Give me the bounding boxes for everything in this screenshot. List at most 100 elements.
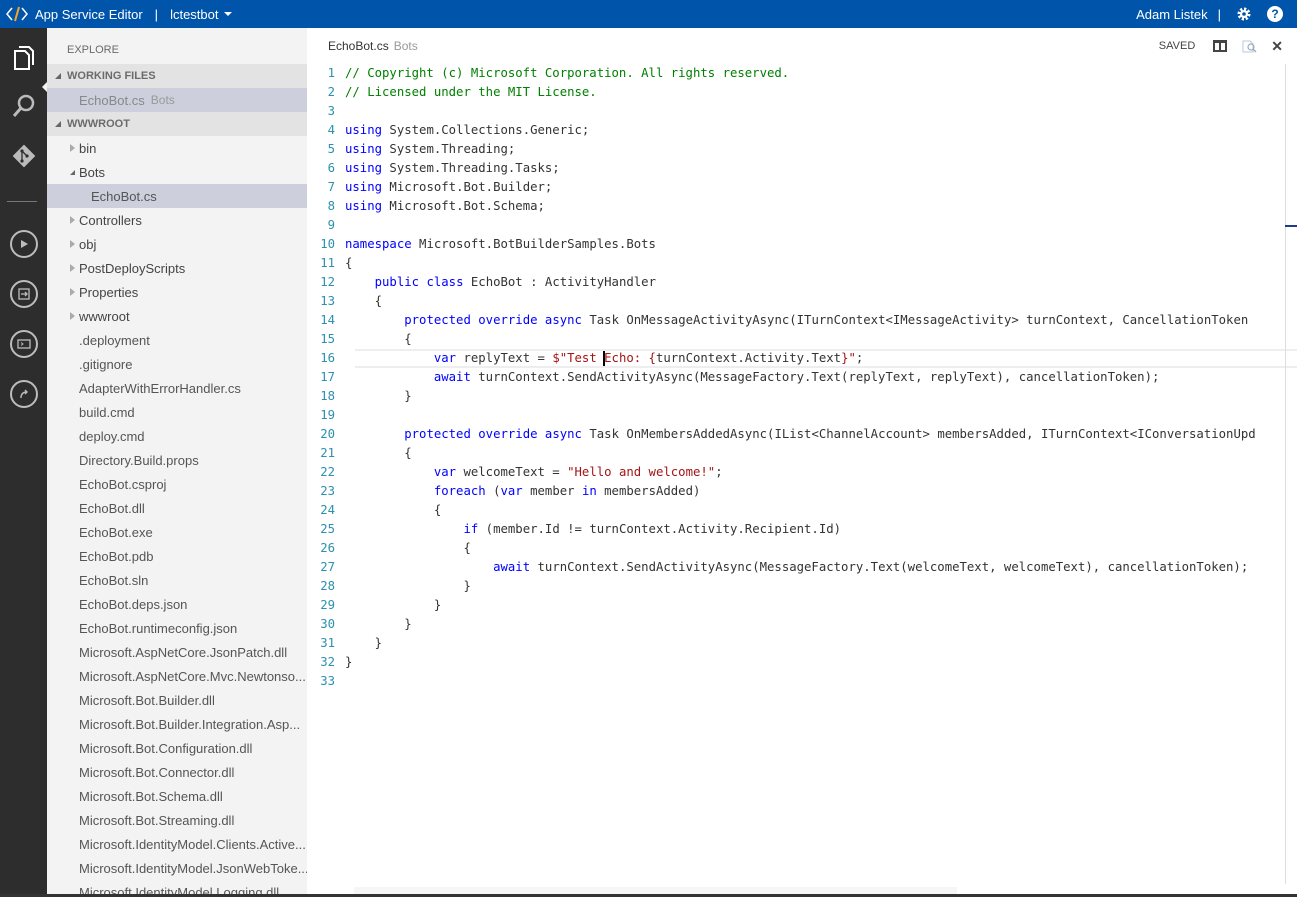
explore-button[interactable] (0, 40, 47, 80)
code-line[interactable]: 30 } (307, 615, 1297, 634)
line-number: 16 (320, 351, 335, 365)
tree-folder[interactable]: Controllers (47, 208, 307, 232)
tree-file[interactable]: Microsoft.Bot.Schema.dll (47, 784, 307, 808)
code-line[interactable]: 15 { (307, 330, 1297, 349)
collapsed-icon (67, 144, 77, 152)
working-file-item[interactable]: EchoBot.cs Bots (47, 88, 307, 112)
code-line[interactable]: 4 using System.Collections.Generic; (307, 121, 1297, 140)
code-line[interactable]: 6 using System.Threading.Tasks; (307, 159, 1297, 178)
code-token: var (500, 484, 523, 498)
tree-file[interactable]: EchoBot.cs (47, 184, 307, 208)
code-line[interactable]: 1 // Copyright (c) Microsoft Corporation.… (307, 64, 1297, 83)
tree-folder[interactable]: obj (47, 232, 307, 256)
tree-file[interactable]: EchoBot.dll (47, 496, 307, 520)
code-line[interactable]: 32} (307, 653, 1297, 672)
code-token: turnContext.SendActivityAsync(MessageFac… (470, 370, 1160, 384)
tree-file[interactable]: Microsoft.IdentityModel.JsonWebToke... (47, 856, 307, 880)
tree-folder[interactable]: Bots (47, 160, 307, 184)
close-editor-icon[interactable]: ✕ (1271, 38, 1283, 55)
tree-file[interactable]: Microsoft.IdentityModel.Clients.Active..… (47, 832, 307, 856)
tree-folder[interactable]: PostDeployScripts (47, 256, 307, 280)
code-line[interactable]: 2 // Licensed under the MIT License. (307, 83, 1297, 102)
code-line[interactable]: 28 } (307, 577, 1297, 596)
tree-file[interactable]: deploy.cmd (47, 424, 307, 448)
tree-file[interactable]: EchoBot.sln (47, 568, 307, 592)
code-token: ; (715, 465, 723, 479)
tree-folder[interactable]: Properties (47, 280, 307, 304)
code-token: } (345, 598, 442, 612)
console-button[interactable] (0, 324, 47, 364)
tree-file[interactable]: EchoBot.pdb (47, 544, 307, 568)
working-files-header[interactable]: WORKING FILES (47, 64, 307, 88)
tree-file[interactable]: AdapterWithErrorHandler.cs (47, 376, 307, 400)
code-line[interactable]: 24 { (307, 501, 1297, 520)
tree-file[interactable]: Microsoft.Bot.Connector.dll (47, 760, 307, 784)
code-line[interactable]: 25 if (member.Id != turnContext.Activity… (307, 520, 1297, 539)
code-line[interactable]: 21 { (307, 444, 1297, 463)
code-line[interactable]: 23 foreach (var member in membersAdded) (307, 482, 1297, 501)
code-line[interactable]: 7 using Microsoft.Bot.Builder; (307, 178, 1297, 197)
editor-tab-folder: Bots (393, 39, 418, 53)
tree-file[interactable]: Directory.Build.props (47, 448, 307, 472)
code-line[interactable]: 18 } (307, 387, 1297, 406)
tree-file[interactable]: EchoBot.deps.json (47, 592, 307, 616)
tree-file[interactable]: EchoBot.exe (47, 520, 307, 544)
tree-file[interactable]: Microsoft.Bot.Builder.Integration.Asp... (47, 712, 307, 736)
code-line[interactable]: 8 using Microsoft.Bot.Schema; (307, 197, 1297, 216)
code-line[interactable]: 16 var replyText = $"Test Echo: {turnCon… (307, 349, 1297, 368)
split-editor-icon[interactable] (1213, 40, 1228, 52)
tree-file[interactable]: Microsoft.Bot.Builder.dll (47, 688, 307, 712)
line-number: 4 (327, 123, 335, 137)
code-line[interactable]: 31 } (307, 634, 1297, 653)
git-button[interactable] (0, 138, 47, 178)
tree-file[interactable]: Microsoft.AspNetCore.Mvc.Newtonso... (47, 664, 307, 688)
user-name[interactable]: Adam Listek (1136, 7, 1208, 22)
code-line[interactable]: 29 } (307, 596, 1297, 615)
tree-file[interactable]: build.cmd (47, 400, 307, 424)
line-number: 22 (320, 465, 335, 479)
code-line[interactable]: 27 await turnContext.SendActivityAsync(M… (307, 558, 1297, 577)
code-line[interactable]: 33 (307, 672, 1297, 691)
run-button[interactable] (0, 224, 47, 264)
code-token: { (345, 541, 471, 555)
tree-item-label: .deployment (79, 332, 150, 348)
code-line[interactable]: 13 { (307, 292, 1297, 311)
code-token: { (345, 256, 353, 270)
code-line[interactable]: 20 protected override async Task OnMembe… (307, 425, 1297, 444)
tree-file[interactable]: Microsoft.Bot.Streaming.dll (47, 808, 307, 832)
collapse-icon (55, 121, 61, 127)
tree-item-label: EchoBot.exe (79, 524, 153, 540)
tree-file[interactable]: .deployment (47, 328, 307, 352)
tree-file[interactable]: Microsoft.Bot.Configuration.dll (47, 736, 307, 760)
code-token: async (544, 427, 582, 441)
code-token: } (345, 389, 412, 403)
code-line[interactable]: 14 protected override async Task OnMessa… (307, 311, 1297, 330)
help-icon[interactable]: ? (1267, 6, 1283, 22)
code-line[interactable]: 17 await turnContext.SendActivityAsync(M… (307, 368, 1297, 387)
code-line[interactable]: 26 { (307, 539, 1297, 558)
code-line[interactable]: 19 (307, 406, 1297, 425)
tree-file[interactable]: .gitignore (47, 352, 307, 376)
tree-folder[interactable]: wwwroot (47, 304, 307, 328)
tree-item-label: AdapterWithErrorHandler.cs (79, 380, 241, 396)
code-line[interactable]: 3 (307, 102, 1297, 121)
code-line[interactable]: 11 { (307, 254, 1297, 273)
output-button[interactable] (0, 274, 47, 314)
preview-icon[interactable] (1241, 38, 1259, 54)
tree-file[interactable]: EchoBot.csproj (47, 472, 307, 496)
code-editor[interactable]: 1 // Copyright (c) Microsoft Corporation.… (307, 64, 1297, 691)
tree-file[interactable]: Microsoft.AspNetCore.JsonPatch.dll (47, 640, 307, 664)
code-line[interactable]: 9 (307, 216, 1297, 235)
search-button[interactable] (0, 88, 47, 128)
gear-icon[interactable] (1235, 5, 1253, 23)
open-in-button[interactable] (0, 374, 47, 414)
editor-tab-name[interactable]: EchoBot.cs (328, 39, 389, 53)
code-line[interactable]: 5 using System.Threading; (307, 140, 1297, 159)
code-line[interactable]: 10 namespace Microsoft.BotBuilderSamples.… (307, 235, 1297, 254)
tree-file[interactable]: EchoBot.runtimeconfig.json (47, 616, 307, 640)
wwwroot-header[interactable]: WWWROOT (47, 112, 307, 136)
site-selector[interactable]: lctestbot (170, 7, 233, 22)
tree-folder[interactable]: bin (47, 136, 307, 160)
code-line[interactable]: 22 var welcomeText = "Hello and welcome!… (307, 463, 1297, 482)
code-line[interactable]: 12 public class EchoBot : ActivityHandle… (307, 273, 1297, 292)
